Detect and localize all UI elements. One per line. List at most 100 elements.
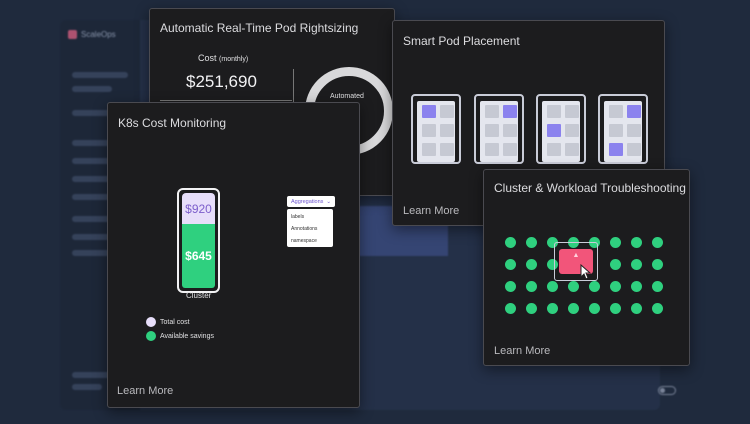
- troubleshooting-title: Cluster & Workload Troubleshooting: [494, 181, 686, 195]
- legend-item: Available savings: [146, 331, 214, 341]
- placed-pod: [422, 105, 436, 118]
- cluster-node: [474, 94, 524, 164]
- gauge-label: Automated: [330, 93, 364, 100]
- background-nav-item: [72, 372, 112, 378]
- pod-slot: [440, 143, 454, 156]
- cluster-node: [411, 94, 461, 164]
- node-body: [542, 101, 580, 162]
- aggregations-dropdown[interactable]: Aggregations ⌄: [287, 196, 336, 207]
- logo-text: ScaleOps: [81, 30, 116, 39]
- divider: [293, 69, 294, 103]
- background-nav-item: [72, 86, 112, 92]
- background-nav-item: [72, 72, 128, 78]
- pod-slot: [609, 105, 623, 118]
- healthy-pod-dot: [610, 237, 621, 248]
- cost-value: $251,690: [186, 72, 257, 91]
- cluster-cost-bar: $920 $645: [177, 188, 220, 293]
- background-toggle: [658, 386, 676, 395]
- healthy-pod-dot: [589, 281, 600, 292]
- healthy-pod-dot: [631, 259, 642, 270]
- healthy-pod-dot: [652, 303, 663, 314]
- healthy-pod-dot: [610, 303, 621, 314]
- k8s-title: K8s Cost Monitoring: [118, 116, 227, 130]
- healthy-pod-dot: [589, 303, 600, 314]
- placed-pod: [609, 143, 623, 156]
- divider: [160, 100, 292, 101]
- warning-icon: ▲: [572, 252, 580, 259]
- pod-slot: [485, 105, 499, 118]
- healthy-pod-dot: [631, 237, 642, 248]
- pod-slot: [565, 143, 579, 156]
- legend-dot: [146, 317, 156, 327]
- pod-slot: [422, 143, 436, 156]
- healthy-pod-dot: [526, 303, 537, 314]
- cost-label: Cost (monthly): [198, 53, 248, 63]
- pod-slot: [503, 124, 517, 137]
- healthy-pod-dot: [652, 281, 663, 292]
- healthy-pod-dot: [631, 281, 642, 292]
- node-body: [604, 101, 642, 162]
- pod-slot: [565, 124, 579, 137]
- legend-label: Total cost: [160, 318, 190, 326]
- aggregation-option[interactable]: namespace: [291, 235, 329, 247]
- healthy-pod-dot: [568, 303, 579, 314]
- pod-slot: [503, 143, 517, 156]
- cost-period: (monthly): [219, 56, 249, 63]
- pod-slot: [627, 124, 641, 137]
- bar-caption: Cluster: [186, 291, 212, 300]
- placed-pod: [503, 105, 517, 118]
- pod-slot: [485, 124, 499, 137]
- healthy-pod-dot: [631, 303, 642, 314]
- cursor-icon: [580, 264, 592, 280]
- legend-label: Available savings: [160, 332, 214, 340]
- pod-slot: [440, 124, 454, 137]
- aggregations-label: Aggregations: [291, 198, 324, 205]
- placement-title: Smart Pod Placement: [403, 34, 520, 48]
- chevron-down-icon: ⌄: [326, 198, 332, 205]
- healthy-pod-dot: [505, 281, 516, 292]
- healthy-pod-dot: [526, 259, 537, 270]
- cluster-node: [536, 94, 586, 164]
- healthy-pod-dot: [505, 237, 516, 248]
- pod-slot: [609, 124, 623, 137]
- pod-slot: [547, 105, 561, 118]
- learn-more-link[interactable]: Learn More: [403, 205, 459, 217]
- learn-more-link[interactable]: Learn More: [117, 385, 173, 397]
- cluster-node: [598, 94, 648, 164]
- background-logo: ScaleOps: [68, 30, 116, 39]
- background-nav-item: [72, 384, 102, 390]
- healthy-pod-dot: [505, 303, 516, 314]
- aggregation-option[interactable]: labels: [291, 211, 329, 223]
- aggregations-menu: labels Annotations namespace: [287, 209, 333, 247]
- placed-pod: [547, 124, 561, 137]
- pod-slot: [565, 105, 579, 118]
- rightsizing-title: Automatic Real-Time Pod Rightsizing: [160, 21, 359, 35]
- healthy-pod-dot: [526, 237, 537, 248]
- pod-slot: [440, 105, 454, 118]
- placed-pod: [627, 105, 641, 118]
- healthy-pod-dot: [547, 303, 558, 314]
- pod-slot: [627, 143, 641, 156]
- node-body: [417, 101, 455, 162]
- healthy-pod-dot: [652, 259, 663, 270]
- healthy-pod-dot: [652, 237, 663, 248]
- cost-label-text: Cost: [198, 53, 217, 63]
- logo-icon: [68, 30, 77, 39]
- healthy-pod-dot: [526, 281, 537, 292]
- healthy-pod-dot: [610, 281, 621, 292]
- savings-segment: $645: [182, 224, 215, 288]
- learn-more-link[interactable]: Learn More: [494, 345, 550, 357]
- healthy-pod-dot: [505, 259, 516, 270]
- legend-dot: [146, 331, 156, 341]
- aggregation-option[interactable]: Annotations: [291, 223, 329, 235]
- healthy-pod-dot: [568, 281, 579, 292]
- legend-item: Total cost: [146, 317, 190, 327]
- k8s-cost-card: K8s Cost Monitoring $920 $645 Cluster To…: [107, 102, 360, 408]
- node-body: [480, 101, 518, 162]
- pod-slot: [422, 124, 436, 137]
- total-cost-segment: $920: [182, 193, 215, 224]
- healthy-pod-dot: [547, 281, 558, 292]
- troubleshooting-card: Cluster & Workload Troubleshooting ▲ Lea…: [483, 169, 690, 366]
- pod-slot: [547, 143, 561, 156]
- pod-slot: [485, 143, 499, 156]
